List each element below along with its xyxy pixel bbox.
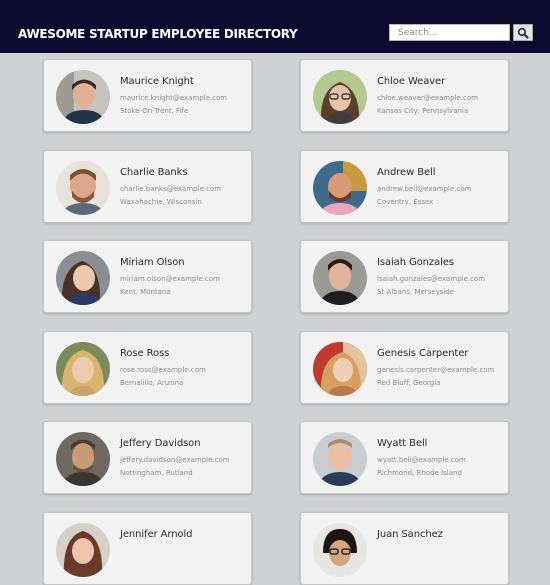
employee-email: isaiah.gonzales@example.com: [377, 275, 486, 283]
employee-email: miriam.olson@example.com: [120, 275, 220, 283]
avatar: [313, 161, 367, 215]
avatar: [313, 342, 367, 396]
employee-card[interactable]: Genesis Carpenter genesis.carpenter@exam…: [300, 331, 509, 404]
employee-name: Juan Sanchez: [377, 529, 443, 540]
employee-card[interactable]: Miriam Olson miriam.olson@example.com Ke…: [43, 240, 252, 313]
employee-location: Kansas City, Pennsylvania: [377, 107, 469, 115]
employee-card[interactable]: Wyatt Bell wyatt.bell@example.com Richmo…: [300, 421, 509, 494]
employee-location: Bernalillo, Arizona: [120, 379, 184, 387]
employee-email: rose.ross@example.com: [120, 366, 206, 374]
avatar: [56, 342, 110, 396]
magnifier-icon: [517, 27, 529, 39]
avatar: [56, 523, 110, 577]
employee-card[interactable]: Isaiah Gonzales isaiah.gonzales@example.…: [300, 240, 509, 313]
employee-location: Nottingham, Rutland: [120, 469, 193, 477]
search-input[interactable]: [389, 24, 510, 41]
search-button[interactable]: [513, 24, 533, 41]
employee-name: Rose Ross: [120, 348, 170, 359]
employee-location: Waxahachie, Wisconsin: [120, 198, 202, 206]
employee-email: jeffery.davidson@example.com: [120, 456, 230, 464]
app-title: AWESOME STARTUP EMPLOYEE DIRECTORY: [18, 27, 298, 41]
employee-name: Jeffery Davidson: [120, 438, 201, 449]
employee-card[interactable]: Rose Ross rose.ross@example.com Bernalil…: [43, 331, 252, 404]
employee-card[interactable]: Andrew Bell andrew.bell@example.com Cove…: [300, 150, 509, 223]
employee-name: Charlie Banks: [120, 167, 188, 178]
employee-name: Genesis Carpenter: [377, 348, 469, 359]
avatar: [56, 70, 110, 124]
avatar: [313, 251, 367, 305]
employee-name: Maurice Knight: [120, 76, 194, 87]
avatar: [313, 432, 367, 486]
employee-email: maurice.knight@example.com: [120, 94, 228, 102]
employee-card[interactable]: Chloe Weaver chloe.weaver@example.com Ka…: [300, 59, 509, 132]
app-header: AWESOME STARTUP EMPLOYEE DIRECTORY: [0, 0, 550, 53]
employee-location: Kent, Montana: [120, 288, 171, 296]
employee-card[interactable]: Jeffery Davidson jeffery.davidson@exampl…: [43, 421, 252, 494]
employee-grid: Maurice Knight maurice.knight@example.co…: [0, 53, 550, 585]
employee-name: Wyatt Bell: [377, 438, 428, 449]
employee-location: Coventry, Essex: [377, 198, 434, 206]
avatar: [313, 523, 367, 577]
employee-name: Jennifer Arnold: [120, 529, 193, 540]
employee-location: Stoke-On-Trent, Fife: [120, 107, 189, 115]
employee-name: Chloe Weaver: [377, 76, 446, 87]
avatar: [56, 432, 110, 486]
employee-location: Red Bluff, Georgia: [377, 379, 441, 387]
employee-email: charlie.banks@example.com: [120, 185, 222, 193]
employee-card[interactable]: Maurice Knight maurice.knight@example.co…: [43, 59, 252, 132]
employee-email: andrew.bell@example.com: [377, 185, 472, 193]
employee-name: Miriam Olson: [120, 257, 185, 268]
employee-email: wyatt.bell@example.com: [377, 456, 466, 464]
avatar: [313, 70, 367, 124]
employee-location: Richmond, Rhode Island: [377, 469, 462, 477]
avatar: [56, 251, 110, 305]
employee-card[interactable]: Juan Sanchez: [300, 512, 509, 585]
employee-email: genesis.carpenter@example.com: [377, 366, 495, 374]
employee-card[interactable]: Jennifer Arnold: [43, 512, 252, 585]
employee-name: Isaiah Gonzales: [377, 257, 454, 268]
employee-email: chloe.weaver@example.com: [377, 94, 478, 102]
employee-card[interactable]: Charlie Banks charlie.banks@example.com …: [43, 150, 252, 223]
employee-name: Andrew Bell: [377, 167, 436, 178]
avatar: [56, 161, 110, 215]
employee-location: St Albans, Merseyside: [377, 288, 455, 296]
